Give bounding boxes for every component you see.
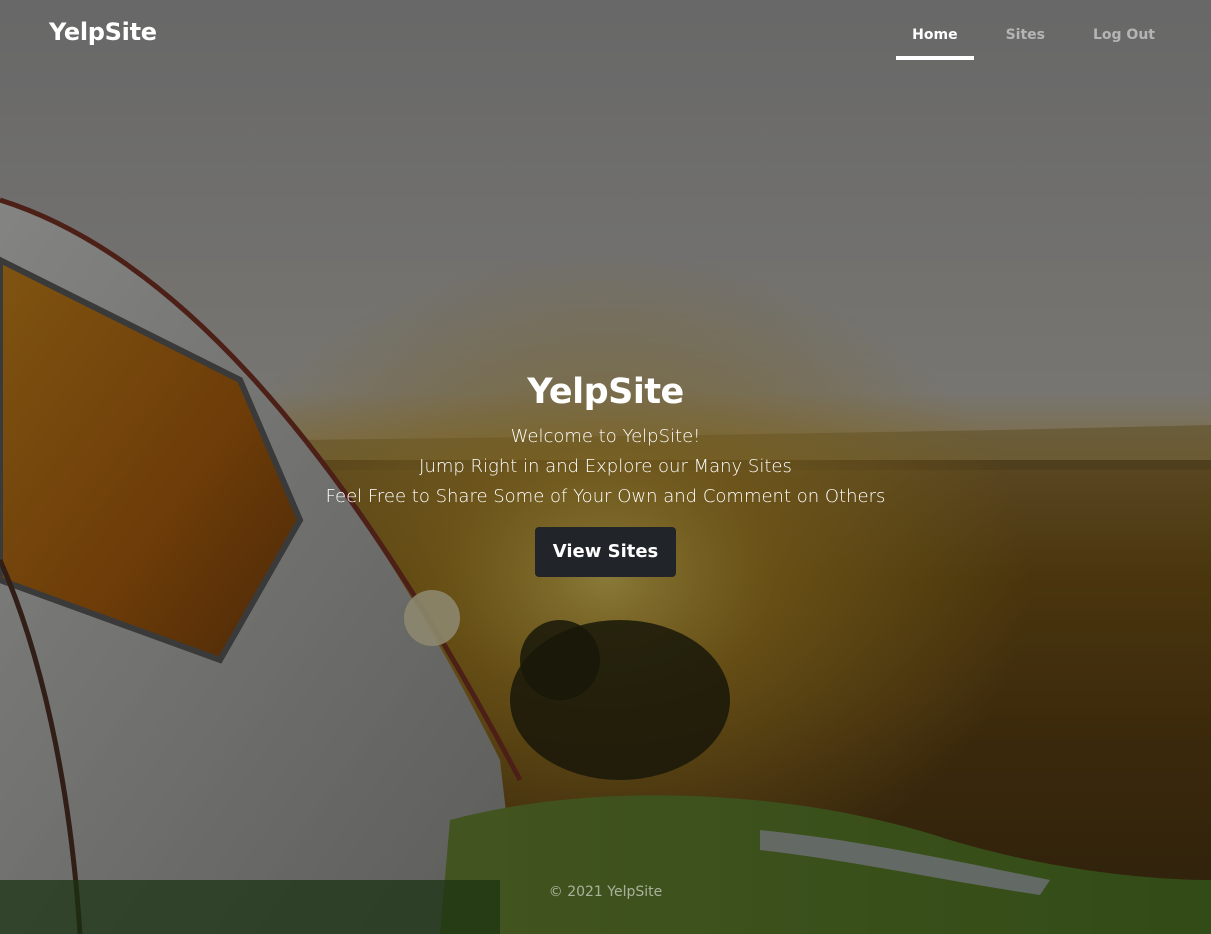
masthead: YelpSite Home Sites Log Out — [0, 0, 1211, 72]
hero-line-welcome: Welcome to YelpSite! — [510, 426, 701, 447]
brand-logo[interactable]: YelpSite — [49, 18, 157, 46]
view-sites-button[interactable]: View Sites — [534, 527, 677, 577]
nav-link-home[interactable]: Home — [896, 20, 974, 60]
copyright-text: © 2021 YelpSite — [548, 884, 663, 900]
hero-line-explore: Jump Right in and Explore our Many Sites — [419, 456, 792, 477]
nav-link-sites[interactable]: Sites — [990, 20, 1061, 60]
hero-title: YelpSite — [527, 372, 684, 412]
main-nav: Home Sites Log Out — [880, 20, 1171, 60]
hero-line-share: Feel Free to Share Some of Your Own and … — [325, 486, 886, 507]
hero: YelpSite Welcome to YelpSite! Jump Right… — [0, 368, 1211, 577]
hero-lead: Welcome to YelpSite! Jump Right in and E… — [0, 422, 1211, 512]
footer: © 2021 YelpSite — [0, 884, 1211, 900]
nav-link-logout[interactable]: Log Out — [1077, 20, 1171, 60]
page: YelpSite Home Sites Log Out YelpSite Wel… — [0, 0, 1211, 934]
cover-container: YelpSite Home Sites Log Out YelpSite Wel… — [0, 0, 1211, 934]
